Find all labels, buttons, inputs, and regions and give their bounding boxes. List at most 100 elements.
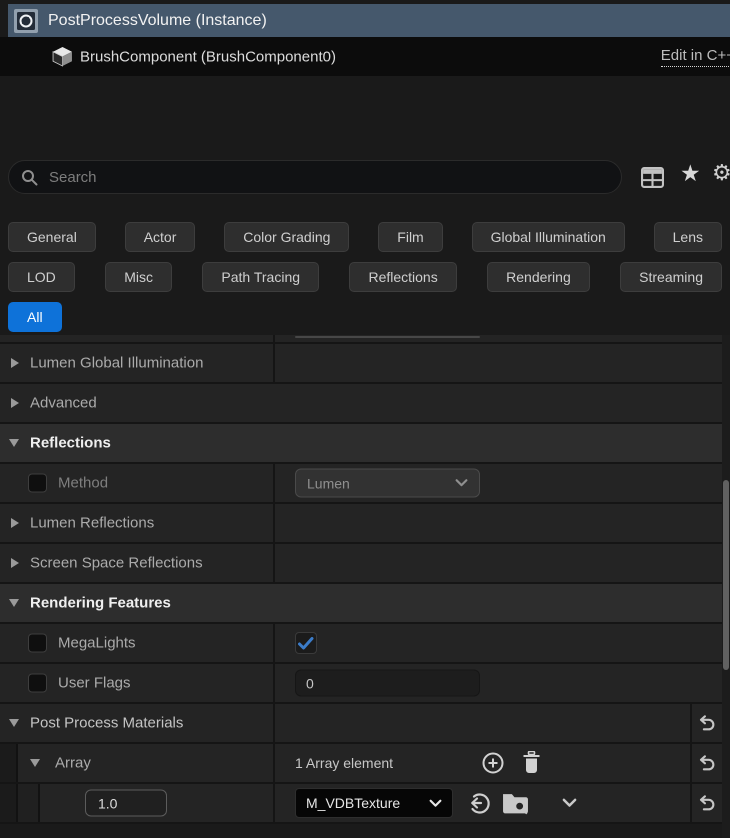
postprocessvolume-icon [14,9,38,33]
use-selected-asset-icon[interactable] [466,790,492,816]
column-divider [273,784,275,822]
property-label: MegaLights [58,635,136,652]
material-asset-name: M_VDBTexture [306,795,400,811]
property-label: Lumen Reflections [30,515,154,532]
search-input[interactable] [47,168,609,187]
expand-arrow-icon[interactable] [11,558,19,568]
row-post-process-materials[interactable]: Post Process Materials [0,704,722,744]
row-array[interactable]: Array 1 Array element [0,744,722,784]
settings-gear-icon[interactable]: ⚙ [712,162,730,184]
row-advanced[interactable]: Advanced [0,384,722,424]
row-method[interactable]: Method Lumen [0,464,722,504]
scrollbar-thumb[interactable] [723,480,729,670]
delete-elements-icon[interactable] [521,751,542,775]
display-settings-icon[interactable] [641,167,664,192]
filter-lens[interactable]: Lens [654,222,722,252]
edit-condition-checkbox[interactable] [28,674,47,693]
favorites-star-icon[interactable]: ★ [680,162,701,185]
scrollbar-track[interactable] [722,335,730,838]
add-element-icon[interactable] [481,751,505,775]
filter-film[interactable]: Film [378,222,442,252]
reset-to-default-icon[interactable] [697,795,716,811]
category-label: Rendering Features [30,595,171,612]
column-divider [690,744,692,782]
details-title-bar: PostProcessVolume (Instance) [8,4,730,37]
edit-in-cpp-link[interactable]: Edit in C++ [661,47,730,67]
page-title: PostProcessVolume (Instance) [48,12,267,30]
filter-reflections[interactable]: Reflections [349,262,456,292]
indent-gutter [18,784,40,822]
property-label: User Flags [58,675,131,692]
filter-misc[interactable]: Misc [105,262,172,292]
collapse-arrow-icon[interactable] [9,439,19,447]
user-flags-input[interactable] [295,670,480,697]
collapse-arrow-icon[interactable] [9,599,19,607]
column-divider [273,704,275,742]
property-label: Post Process Materials [30,715,183,732]
category-label: Reflections [30,435,111,452]
expand-arrow-icon[interactable] [11,358,19,368]
filter-streaming[interactable]: Streaming [620,262,722,292]
blend-weight-input[interactable] [85,790,167,817]
filter-rendering[interactable]: Rendering [487,262,590,292]
property-label: Lumen Global Illumination [30,355,203,372]
filter-actor[interactable]: Actor [125,222,196,252]
category-rendering-features[interactable]: Rendering Features [0,584,722,624]
material-asset-dropdown[interactable]: M_VDBTexture [295,788,453,818]
filter-all[interactable]: All [8,302,62,332]
category-filter-bar: General Actor Color Grading Film Global … [8,222,722,342]
array-element-count: 1 Array element [295,755,393,771]
component-row[interactable]: BrushComponent (BrushComponent0) Edit in… [0,37,730,76]
filter-row-1: General Actor Color Grading Film Global … [8,222,722,252]
method-dropdown[interactable]: Lumen [295,469,480,498]
category-reflections[interactable]: Reflections [0,424,722,464]
reset-to-default-icon[interactable] [697,715,716,731]
row-screen-space-reflections[interactable]: Screen Space Reflections [0,544,722,584]
row-user-flags[interactable]: User Flags [0,664,722,704]
expand-arrow-icon[interactable] [11,518,19,528]
chevron-down-icon [429,799,442,808]
column-divider [273,335,275,342]
row-array-element-0[interactable]: M_VDBTexture [0,784,722,824]
component-name: BrushComponent (BrushComponent0) [80,48,336,65]
filter-color-grading[interactable]: Color Grading [224,222,349,252]
edit-condition-checkbox[interactable] [28,474,47,493]
row-lumen-reflections[interactable]: Lumen Reflections [0,504,722,544]
filter-global-illumination[interactable]: Global Illumination [472,222,625,252]
megalights-checkbox[interactable] [295,632,317,654]
row-megalights[interactable]: MegaLights [0,624,722,664]
chevron-down-icon [455,479,468,488]
expand-arrow-icon[interactable] [11,398,19,408]
column-divider [273,664,275,702]
filter-path-tracing[interactable]: Path Tracing [202,262,319,292]
indent-gutter [0,784,18,822]
row-lumen-global-illumination[interactable]: Lumen Global Illumination [0,344,722,384]
search-box[interactable] [8,160,622,194]
filter-row-2: LOD Misc Path Tracing Reflections Render… [8,262,722,292]
filter-lod[interactable]: LOD [8,262,75,292]
column-divider [273,744,275,782]
collapse-arrow-icon[interactable] [9,719,19,727]
column-divider [690,704,692,742]
checkmark-icon [298,637,314,650]
column-divider [273,544,275,582]
method-dropdown-value: Lumen [307,475,350,491]
search-icon [21,169,38,186]
reset-to-default-icon[interactable] [697,755,716,771]
indent-gutter [0,744,18,782]
filter-general[interactable]: General [8,222,96,252]
more-options-chevron-icon[interactable] [562,798,577,808]
details-panel: Lumen Global Illumination Advanced Refle… [0,335,722,824]
column-divider [273,464,275,502]
property-label: Advanced [30,395,97,412]
column-divider [690,784,692,822]
edit-condition-checkbox[interactable] [28,634,47,653]
filter-row-3: All [8,302,722,332]
column-divider [273,504,275,542]
clipped-widget-edge [295,336,480,338]
collapse-arrow-icon[interactable] [30,759,40,767]
browse-to-asset-icon[interactable] [502,791,529,816]
column-divider [273,344,275,382]
property-label: Screen Space Reflections [30,555,203,572]
column-divider [273,624,275,662]
